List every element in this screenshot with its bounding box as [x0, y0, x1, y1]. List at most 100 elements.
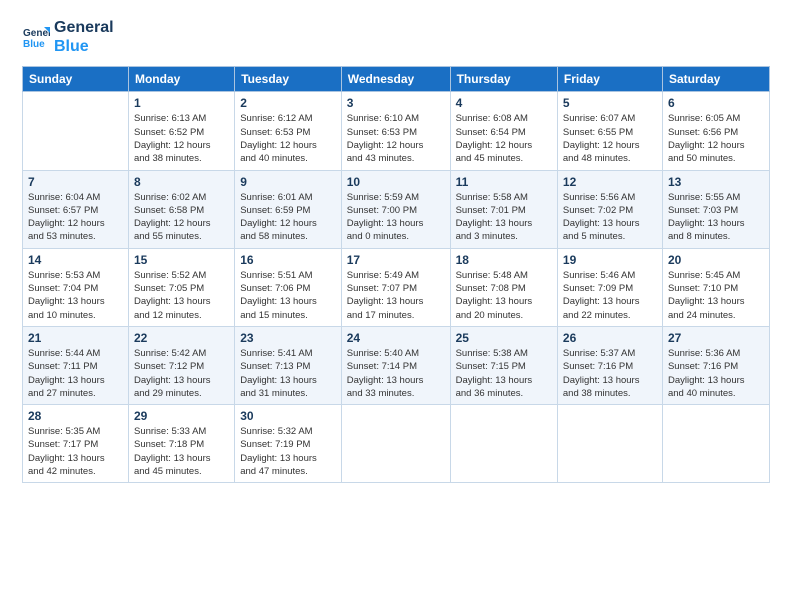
- day-info: Sunrise: 5:45 AM Sunset: 7:10 PM Dayligh…: [668, 269, 764, 322]
- day-number: 11: [456, 175, 552, 189]
- day-number: 12: [563, 175, 657, 189]
- day-number: 21: [28, 331, 123, 345]
- day-number: 6: [668, 96, 764, 110]
- day-number: 10: [347, 175, 445, 189]
- weekday-header-wednesday: Wednesday: [341, 67, 450, 92]
- day-number: 25: [456, 331, 552, 345]
- day-number: 26: [563, 331, 657, 345]
- calendar-cell: 14 Sunrise: 5:53 AM Sunset: 7:04 PM Dayli…: [23, 248, 129, 326]
- day-number: 17: [347, 253, 445, 267]
- day-info: Sunrise: 5:32 AM Sunset: 7:19 PM Dayligh…: [240, 425, 336, 478]
- day-info: Sunrise: 5:35 AM Sunset: 7:17 PM Dayligh…: [28, 425, 123, 478]
- svg-text:Blue: Blue: [23, 39, 45, 50]
- calendar-cell: 22Sunrise: 5:42 AM Sunset: 7:12 PM Dayli…: [128, 326, 234, 404]
- calendar-cell: [557, 405, 662, 483]
- day-info: Sunrise: 6:04 AM Sunset: 6:57 PM Dayligh…: [28, 191, 123, 244]
- calendar-cell: [450, 405, 557, 483]
- calendar-cell: 23 Sunrise: 5:41 AM Sunset: 7:13 PM Dayli…: [235, 326, 342, 404]
- weekday-header-monday: Monday: [128, 67, 234, 92]
- day-info: Sunrise: 6:02 AM Sunset: 6:58 PM Dayligh…: [134, 191, 229, 244]
- day-number: 7: [28, 175, 123, 189]
- day-info: Sunrise: 5:42 AM Sunset: 7:12 PM Dayligh…: [134, 347, 229, 400]
- calendar-cell: 18Sunrise: 5:48 AM Sunset: 7:08 PM Dayli…: [450, 248, 557, 326]
- calendar-cell: 26 Sunrise: 5:37 AM Sunset: 7:16 PM Dayli…: [557, 326, 662, 404]
- day-info: Sunrise: 6:10 AM Sunset: 6:53 PM Dayligh…: [347, 112, 445, 165]
- calendar-cell: 17Sunrise: 5:49 AM Sunset: 7:07 PM Dayli…: [341, 248, 450, 326]
- calendar-cell: [341, 405, 450, 483]
- day-info: Sunrise: 5:51 AM Sunset: 7:06 PM Dayligh…: [240, 269, 336, 322]
- day-info: Sunrise: 5:36 AM Sunset: 7:16 PM Dayligh…: [668, 347, 764, 400]
- calendar-cell: [23, 92, 129, 170]
- day-info: Sunrise: 6:07 AM Sunset: 6:55 PM Dayligh…: [563, 112, 657, 165]
- calendar-cell: 27 Sunrise: 5:36 AM Sunset: 7:16 PM Dayli…: [662, 326, 769, 404]
- calendar-cell: 12 Sunrise: 5:56 AM Sunset: 7:02 PM Dayli…: [557, 170, 662, 248]
- day-number: 16: [240, 253, 336, 267]
- header: General Blue General Blue: [22, 18, 770, 56]
- day-number: 27: [668, 331, 764, 345]
- logo-general: General: [54, 18, 114, 37]
- day-number: 8: [134, 175, 229, 189]
- day-info: Sunrise: 6:05 AM Sunset: 6:56 PM Dayligh…: [668, 112, 764, 165]
- weekday-header-tuesday: Tuesday: [235, 67, 342, 92]
- calendar-cell: 25 Sunrise: 5:38 AM Sunset: 7:15 PM Dayli…: [450, 326, 557, 404]
- day-info: Sunrise: 5:33 AM Sunset: 7:18 PM Dayligh…: [134, 425, 229, 478]
- calendar-cell: 15 Sunrise: 5:52 AM Sunset: 7:05 PM Dayli…: [128, 248, 234, 326]
- week-row-2: 7 Sunrise: 6:04 AM Sunset: 6:57 PM Daylig…: [23, 170, 770, 248]
- calendar-cell: 1 Sunrise: 6:13 AM Sunset: 6:52 PM Daylig…: [128, 92, 234, 170]
- calendar-cell: 13Sunrise: 5:55 AM Sunset: 7:03 PM Dayli…: [662, 170, 769, 248]
- day-number: 2: [240, 96, 336, 110]
- day-info: Sunrise: 6:08 AM Sunset: 6:54 PM Dayligh…: [456, 112, 552, 165]
- weekday-header-sunday: Sunday: [23, 67, 129, 92]
- day-info: Sunrise: 5:59 AM Sunset: 7:00 PM Dayligh…: [347, 191, 445, 244]
- calendar-cell: 4 Sunrise: 6:08 AM Sunset: 6:54 PM Daylig…: [450, 92, 557, 170]
- day-number: 24: [347, 331, 445, 345]
- day-number: 18: [456, 253, 552, 267]
- day-info: Sunrise: 5:38 AM Sunset: 7:15 PM Dayligh…: [456, 347, 552, 400]
- calendar-cell: 30 Sunrise: 5:32 AM Sunset: 7:19 PM Dayli…: [235, 405, 342, 483]
- calendar-cell: 11Sunrise: 5:58 AM Sunset: 7:01 PM Dayli…: [450, 170, 557, 248]
- week-row-5: 28Sunrise: 5:35 AM Sunset: 7:17 PM Dayli…: [23, 405, 770, 483]
- day-number: 15: [134, 253, 229, 267]
- day-info: Sunrise: 5:55 AM Sunset: 7:03 PM Dayligh…: [668, 191, 764, 244]
- day-info: Sunrise: 5:41 AM Sunset: 7:13 PM Dayligh…: [240, 347, 336, 400]
- day-info: Sunrise: 5:46 AM Sunset: 7:09 PM Dayligh…: [563, 269, 657, 322]
- day-number: 9: [240, 175, 336, 189]
- day-number: 5: [563, 96, 657, 110]
- svg-text:General: General: [23, 28, 50, 39]
- calendar-cell: 24 Sunrise: 5:40 AM Sunset: 7:14 PM Dayli…: [341, 326, 450, 404]
- calendar-cell: 16 Sunrise: 5:51 AM Sunset: 7:06 PM Dayli…: [235, 248, 342, 326]
- calendar-cell: 9 Sunrise: 6:01 AM Sunset: 6:59 PM Daylig…: [235, 170, 342, 248]
- day-info: Sunrise: 5:44 AM Sunset: 7:11 PM Dayligh…: [28, 347, 123, 400]
- logo-icon: General Blue: [22, 23, 50, 51]
- day-info: Sunrise: 5:56 AM Sunset: 7:02 PM Dayligh…: [563, 191, 657, 244]
- calendar-cell: 10 Sunrise: 5:59 AM Sunset: 7:00 PM Dayli…: [341, 170, 450, 248]
- calendar-cell: 19 Sunrise: 5:46 AM Sunset: 7:09 PM Dayli…: [557, 248, 662, 326]
- weekday-header-saturday: Saturday: [662, 67, 769, 92]
- day-info: Sunrise: 6:13 AM Sunset: 6:52 PM Dayligh…: [134, 112, 229, 165]
- calendar-cell: 3Sunrise: 6:10 AM Sunset: 6:53 PM Daylig…: [341, 92, 450, 170]
- calendar-cell: 5 Sunrise: 6:07 AM Sunset: 6:55 PM Daylig…: [557, 92, 662, 170]
- calendar-cell: 20Sunrise: 5:45 AM Sunset: 7:10 PM Dayli…: [662, 248, 769, 326]
- day-number: 29: [134, 409, 229, 423]
- day-info: Sunrise: 5:53 AM Sunset: 7:04 PM Dayligh…: [28, 269, 123, 322]
- calendar-cell: [662, 405, 769, 483]
- day-number: 30: [240, 409, 336, 423]
- day-number: 19: [563, 253, 657, 267]
- week-row-4: 21 Sunrise: 5:44 AM Sunset: 7:11 PM Dayli…: [23, 326, 770, 404]
- logo-blue: Blue: [54, 37, 114, 56]
- day-info: Sunrise: 5:40 AM Sunset: 7:14 PM Dayligh…: [347, 347, 445, 400]
- day-number: 14: [28, 253, 123, 267]
- calendar-cell: 8 Sunrise: 6:02 AM Sunset: 6:58 PM Daylig…: [128, 170, 234, 248]
- day-info: Sunrise: 5:52 AM Sunset: 7:05 PM Dayligh…: [134, 269, 229, 322]
- day-number: 23: [240, 331, 336, 345]
- day-number: 4: [456, 96, 552, 110]
- day-number: 1: [134, 96, 229, 110]
- calendar-cell: 7 Sunrise: 6:04 AM Sunset: 6:57 PM Daylig…: [23, 170, 129, 248]
- calendar-page: General Blue General Blue SundayMondayTu…: [0, 0, 792, 495]
- calendar-cell: 29 Sunrise: 5:33 AM Sunset: 7:18 PM Dayli…: [128, 405, 234, 483]
- logo: General Blue General Blue: [22, 18, 114, 56]
- day-info: Sunrise: 6:01 AM Sunset: 6:59 PM Dayligh…: [240, 191, 336, 244]
- day-info: Sunrise: 6:12 AM Sunset: 6:53 PM Dayligh…: [240, 112, 336, 165]
- day-info: Sunrise: 5:37 AM Sunset: 7:16 PM Dayligh…: [563, 347, 657, 400]
- calendar-cell: 2 Sunrise: 6:12 AM Sunset: 6:53 PM Daylig…: [235, 92, 342, 170]
